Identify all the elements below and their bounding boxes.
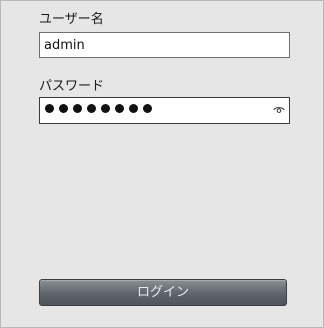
password-dot — [45, 104, 54, 113]
password-dot — [59, 104, 68, 113]
login-button[interactable]: ログイン — [39, 279, 287, 306]
eye-icon[interactable] — [273, 105, 285, 115]
password-masked-value[interactable] — [45, 104, 152, 113]
password-dot — [129, 104, 138, 113]
username-field-box[interactable] — [39, 32, 290, 58]
username-label: ユーザー名 — [39, 12, 104, 27]
password-dot — [143, 104, 152, 113]
password-dot — [73, 104, 82, 113]
password-dot — [101, 104, 110, 113]
login-panel: ユーザー名 パスワード ログイン — [0, 0, 324, 328]
username-input[interactable] — [40, 33, 289, 57]
password-field-box[interactable] — [39, 97, 290, 124]
password-label: パスワード — [39, 79, 105, 94]
password-dot — [115, 104, 124, 113]
password-dot — [87, 104, 96, 113]
